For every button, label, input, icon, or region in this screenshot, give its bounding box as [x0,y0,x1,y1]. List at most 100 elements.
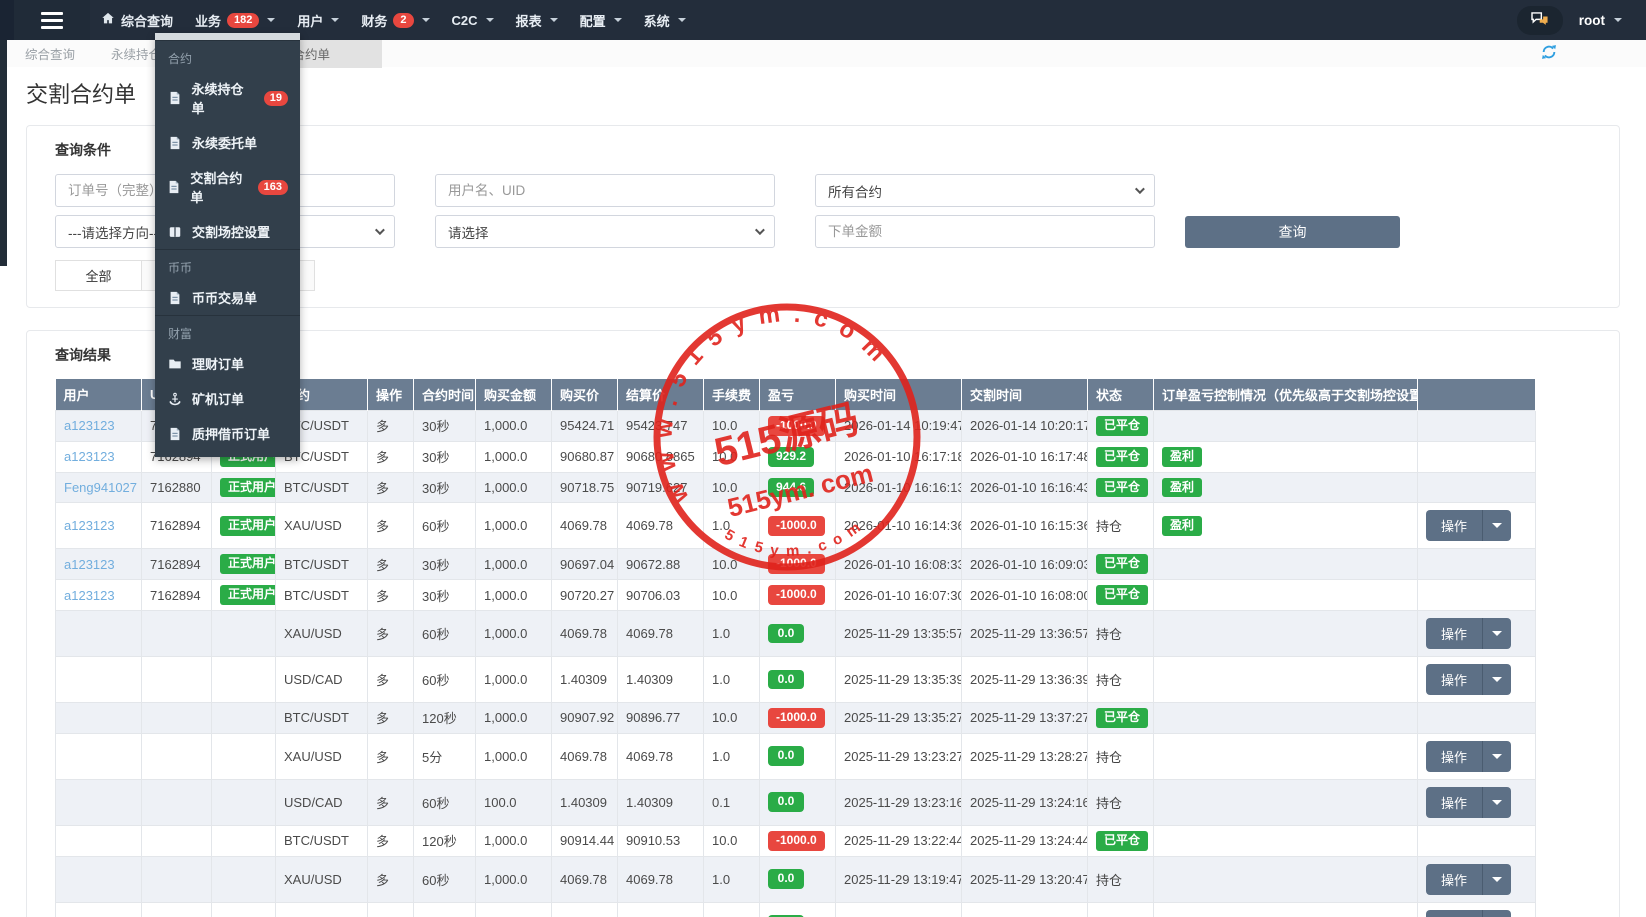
user-link[interactable]: a123123 [64,449,115,464]
buy-time-cell: 2026-01-10 16:07:30 [836,580,962,611]
action-split-button[interactable]: 操作 [1426,787,1511,818]
status-cell: 已平仓 [1088,549,1154,580]
refresh-button[interactable] [1540,43,1558,64]
menu-section-title: 合约 [155,41,300,71]
status-select[interactable]: 请选择 [435,215,775,248]
status-cell: 持仓 [1088,779,1154,825]
amount-cell: 10,000.0 [476,902,552,917]
action-button-label[interactable]: 操作 [1426,618,1482,649]
session-tab-0[interactable]: 综合查询 [25,44,75,63]
pnl-control-cell [1154,825,1418,856]
user-menu[interactable]: root [1579,13,1622,28]
action-button-label[interactable]: 操作 [1426,864,1482,895]
pnl-badge: 944.6 [768,478,814,498]
action-button-label[interactable]: 操作 [1426,741,1482,772]
user-type-cell [212,856,276,902]
settle-time-cell: 2026-01-14 10:20:17 [962,411,1088,442]
buy-time-cell: 2025-11-29 13:35:39 [836,656,962,702]
duration-cell: 5分 [414,733,476,779]
contract-select[interactable]: 所有合约 [815,174,1155,207]
pnl-badge: -1000.0 [768,708,825,728]
user-link[interactable]: Feng941027 [64,480,137,495]
nav-item-label: 财务 [361,11,387,30]
direction-cell: 多 [368,702,414,733]
action-split-button[interactable]: 操作 [1426,664,1511,695]
user-link[interactable]: a123123 [64,418,115,433]
user-link[interactable]: a123123 [64,557,115,572]
action-dropdown-toggle[interactable] [1482,864,1511,895]
action-button-label[interactable]: 操作 [1426,510,1482,541]
table-row: a1231237162894正式用户BTC/USDT多30秒1,000.0907… [56,580,1536,611]
nav-item-6[interactable]: 配置 [569,0,633,40]
settle-price-cell: 4069.78 [618,503,704,549]
nav-item-4[interactable]: C2C [441,0,505,40]
action-split-button[interactable]: 操作 [1426,510,1511,541]
nav-item-7[interactable]: 系统 [633,0,697,40]
action-split-button[interactable]: 操作 [1426,910,1511,917]
direction-cell: 多 [368,610,414,656]
duration-cell: 60秒 [414,656,476,702]
pnl-badge: 0.0 [768,670,804,690]
nav-count-badge: 182 [227,13,259,28]
user-type-badge: 正式用户 [220,585,276,605]
menu-item-label: 交割场控设置 [192,222,270,241]
pair-cell: BTC/USDT [276,702,368,733]
action-split-button[interactable]: 操作 [1426,618,1511,649]
menu-item[interactable]: 币币交易单 [155,280,300,315]
action-dropdown-toggle[interactable] [1482,664,1511,695]
pnl-cell: -1000.0 [760,825,836,856]
table-row: a1231237162894正式用户XAU/USD多60秒1,000.04069… [56,503,1536,549]
duration-cell: 12时 [414,902,476,917]
action-button-label[interactable]: 操作 [1426,787,1482,818]
menu-item[interactable]: 矿机订单 [155,381,300,416]
user-link[interactable]: a123123 [64,588,115,603]
messages-button[interactable] [1517,6,1563,35]
menu-item[interactable]: 交割合约单163 [155,160,300,214]
action-cell [1418,441,1536,472]
action-split-button[interactable]: 操作 [1426,864,1511,895]
menu-item[interactable]: 质押借币订单 [155,416,300,451]
direction-cell: 多 [368,580,414,611]
buy-time-cell: 2025-11-29 13:19:33 [836,902,962,917]
amount-input[interactable] [815,215,1155,248]
amount-cell: 1,000.0 [476,733,552,779]
action-button-label[interactable]: 操作 [1426,910,1482,917]
amount-cell: 1,000.0 [476,656,552,702]
direction-cell: 多 [368,549,414,580]
nav-item-3[interactable]: 财务2 [350,0,440,40]
table-row: USD/CAD多60秒1,000.01.403091.403091.00.020… [56,656,1536,702]
action-dropdown-toggle[interactable] [1482,910,1511,917]
menu-count-badge: 19 [264,91,288,106]
menu-item[interactable]: 永续持仓单19 [155,71,300,125]
action-dropdown-toggle[interactable] [1482,741,1511,772]
chevron-down-icon [678,18,686,22]
filter-tab-all[interactable]: 全部 [56,261,142,290]
chevron-down-icon [331,18,339,22]
chevron-down-icon [486,18,494,22]
fee-cell: 10.0 [704,411,760,442]
search-button[interactable]: 查询 [1185,216,1400,248]
menu-item-label: 交割合约单 [190,168,248,206]
action-dropdown-toggle[interactable] [1482,618,1511,649]
amount-cell: 1,000.0 [476,825,552,856]
uid-cell [142,856,212,902]
column-header-10: 盈亏 [760,379,836,411]
column-header-12: 交割时间 [962,379,1088,411]
menu-item[interactable]: 永续委托单 [155,125,300,160]
action-button-label[interactable]: 操作 [1426,664,1482,695]
nav-item-label: C2C [452,13,478,28]
action-dropdown-toggle[interactable] [1482,787,1511,818]
sidebar-toggle-button[interactable] [14,0,90,40]
settle-time-cell: 2025-11-29 13:24:16 [962,779,1088,825]
user-uid-input[interactable] [435,174,775,207]
user-name: root [1579,13,1605,28]
action-cell: 操作 [1418,902,1536,917]
pnl-control-cell: 盈利 [1154,503,1418,549]
settle-price-cell: 90672.88 [618,549,704,580]
menu-item[interactable]: 理财订单 [155,346,300,381]
nav-item-5[interactable]: 报表 [505,0,569,40]
user-link[interactable]: a123123 [64,518,115,533]
action-split-button[interactable]: 操作 [1426,741,1511,772]
action-dropdown-toggle[interactable] [1482,510,1511,541]
menu-item[interactable]: 交割场控设置 [155,214,300,249]
